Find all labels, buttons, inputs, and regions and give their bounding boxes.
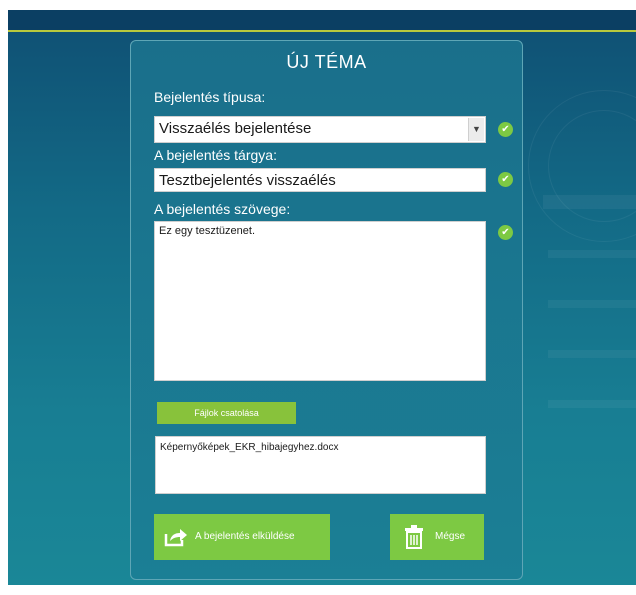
app-window: ÚJ TÉMA Bejelentés típusa: Visszaélés be… [8,10,636,585]
form-title: ÚJ TÉMA [286,52,367,72]
subject-input[interactable]: Tesztbejelentés visszaélés [154,168,486,192]
submit-button[interactable]: A bejelentés elküldése [154,514,330,560]
check-circle-icon: ✔ [498,172,513,187]
type-select[interactable]: Visszaélés bejelentése ▼ [154,116,486,143]
trash-icon [405,525,423,549]
new-topic-form: ÚJ TÉMA Bejelentés típusa: Visszaélés be… [130,40,523,580]
check-circle-icon: ✔ [498,122,513,137]
body-textarea-value: Ez egy tesztüzenet. [159,225,255,237]
header-accent-line [8,30,636,32]
subject-label: A bejelentés tárgya: [154,147,277,163]
share-arrow-icon [164,529,187,547]
check-circle-icon: ✔ [498,225,513,240]
cancel-button-label: Mégse [435,531,466,542]
attached-file-item: Képernyőképek_EKR_hibajegyhez.docx [160,442,339,453]
body-label: A bejelentés szövege: [154,201,291,217]
header-bar [8,10,636,30]
cancel-button[interactable]: Mégse [390,514,484,560]
subject-input-value: Tesztbejelentés visszaélés [159,172,336,189]
type-select-value: Visszaélés bejelentése [159,120,312,137]
type-label: Bejelentés típusa: [154,89,266,105]
submit-button-label: A bejelentés elküldése [195,531,295,542]
attach-files-button[interactable]: Fájlok csatolása [157,402,296,424]
attached-files-list: Képernyőképek_EKR_hibajegyhez.docx [155,436,486,494]
body-textarea[interactable]: Ez egy tesztüzenet. [154,221,486,381]
chevron-down-icon[interactable]: ▼ [468,118,484,141]
